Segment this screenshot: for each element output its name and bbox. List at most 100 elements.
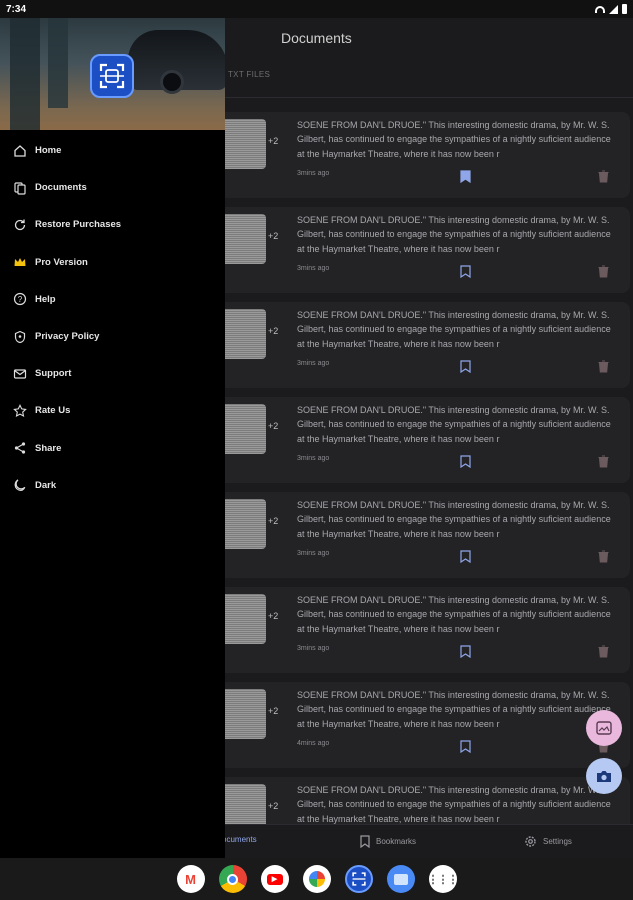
header-building (10, 18, 40, 130)
drawer-item-label: Privacy Policy (35, 331, 100, 343)
drawer-item-home[interactable]: Home (0, 132, 225, 169)
status-time: 7:34 (6, 3, 27, 15)
restore-icon (12, 217, 28, 233)
document-card[interactable]: +2 SOENE FROM DAN'L DRUOE." This interes… (200, 207, 630, 293)
bookmark-icon[interactable] (460, 265, 471, 278)
document-preview-text: SOENE FROM DAN'L DRUOE." This interestin… (297, 405, 611, 444)
document-thumbnail[interactable] (218, 404, 266, 454)
document-thumbnail[interactable] (218, 119, 266, 169)
trash-icon[interactable] (598, 170, 609, 183)
drawer-item-label: Home (35, 145, 62, 157)
gear-icon (525, 836, 536, 847)
nav-settings-label: Settings (543, 837, 572, 846)
youtube-app-icon[interactable]: ▶ (260, 865, 289, 893)
drawer-item-dark[interactable]: Dark (0, 467, 225, 504)
bookmark-icon[interactable] (460, 645, 471, 658)
scanner-logo-icon (99, 63, 125, 89)
header-wheel (160, 70, 184, 94)
drawer-item-support[interactable]: Support (0, 355, 225, 392)
drawer-item-pro-version[interactable]: Pro Version (0, 244, 225, 281)
document-thumbnail[interactable] (218, 214, 266, 264)
battery-icon (622, 4, 627, 14)
trash-icon[interactable] (598, 550, 609, 563)
files-app-icon[interactable] (386, 865, 415, 893)
import-gallery-button[interactable] (586, 710, 622, 746)
page-count-badge: +2 (268, 706, 279, 716)
all-apps-icon[interactable]: ⋮⋮⋮ (428, 865, 459, 893)
drawer-header-image (0, 18, 225, 130)
page-count-badge: +2 (268, 801, 279, 811)
page-count-badge: +2 (268, 421, 279, 431)
document-preview-text: SOENE FROM DAN'L DRUOE." This interestin… (297, 690, 611, 729)
help-icon: ? (12, 291, 28, 307)
document-preview-text: SOENE FROM DAN'L DRUOE." This interestin… (297, 310, 611, 349)
document-thumbnail[interactable] (218, 594, 266, 644)
document-card[interactable]: +2 SOENE FROM DAN'L DRUOE." This interes… (200, 112, 630, 198)
page-count-badge: +2 (268, 136, 279, 146)
document-time: 3mins ago (297, 360, 330, 367)
status-bar: 7:34 (0, 0, 633, 18)
drawer-item-help[interactable]: ? Help (0, 281, 225, 318)
nav-bookmarks[interactable]: Bookmarks (360, 835, 416, 848)
shield-icon (12, 329, 28, 345)
document-time: 4mins ago (297, 740, 330, 747)
document-card[interactable]: +2 SOENE FROM DAN'L DRUOE." This interes… (200, 587, 630, 673)
drawer-item-privacy-policy[interactable]: Privacy Policy (0, 318, 225, 355)
svg-text:?: ? (18, 295, 23, 304)
drawer-item-restore-purchases[interactable]: Restore Purchases (0, 206, 225, 243)
gmail-app-icon[interactable]: M (176, 865, 205, 893)
nav-documents[interactable]: ocuments (222, 835, 257, 844)
bookmark-icon (360, 835, 370, 848)
navigation-drawer: Home Documents Restore Purchases Pro Ver… (0, 18, 225, 858)
document-thumbnail[interactable] (218, 499, 266, 549)
drawer-item-label: Documents (35, 182, 87, 194)
trash-icon[interactable] (598, 265, 609, 278)
drawer-item-share[interactable]: Share (0, 430, 225, 467)
trash-icon[interactable] (598, 645, 609, 658)
drawer-item-label: Rate Us (35, 405, 71, 417)
moon-icon (12, 477, 28, 493)
scanner-app-icon[interactable] (344, 865, 373, 893)
drawer-menu: Home Documents Restore Purchases Pro Ver… (0, 132, 225, 504)
drawer-item-documents[interactable]: Documents (0, 169, 225, 206)
trash-icon[interactable] (598, 360, 609, 373)
bookmark-icon[interactable] (460, 455, 471, 468)
bookmark-icon[interactable] (460, 740, 471, 753)
document-thumbnail[interactable] (218, 689, 266, 739)
page-count-badge: +2 (268, 326, 279, 336)
tab-txt-files[interactable]: TXT FILES (228, 70, 270, 79)
document-card[interactable]: +2 SOENE FROM DAN'L DRUOE." This interes… (200, 302, 630, 388)
bookmark-icon[interactable] (460, 550, 471, 563)
document-preview-text: SOENE FROM DAN'L DRUOE." This interestin… (297, 120, 611, 159)
page-count-badge: +2 (268, 516, 279, 526)
document-thumbnail[interactable] (218, 309, 266, 359)
wifi-icon (595, 5, 605, 13)
document-card[interactable]: +2 SOENE FROM DAN'L DRUOE." This interes… (200, 682, 630, 768)
drawer-item-label: Share (35, 442, 62, 454)
document-preview-text: SOENE FROM DAN'L DRUOE." This interestin… (297, 500, 611, 539)
bookmark-icon[interactable] (460, 360, 471, 373)
status-icons (595, 4, 627, 14)
document-time: 3mins ago (297, 455, 330, 462)
document-card[interactable]: +2 SOENE FROM DAN'L DRUOE." This interes… (200, 397, 630, 483)
drawer-item-label: Dark (35, 479, 57, 491)
trash-icon[interactable] (598, 455, 609, 468)
document-preview-text: SOENE FROM DAN'L DRUOE." This interestin… (297, 595, 611, 634)
document-time: 3mins ago (297, 170, 330, 177)
page-count-badge: +2 (268, 611, 279, 621)
chrome-app-icon[interactable] (218, 865, 247, 893)
drawer-item-label: Pro Version (35, 256, 88, 268)
documents-icon (12, 180, 28, 196)
drawer-item-rate-us[interactable]: Rate Us (0, 392, 225, 429)
nav-documents-label: ocuments (222, 835, 257, 844)
star-icon (12, 403, 28, 419)
page-title: Documents (281, 30, 352, 46)
home-icon (12, 143, 28, 159)
camera-scan-button[interactable] (586, 758, 622, 794)
photos-app-icon[interactable] (302, 865, 331, 893)
nav-settings[interactable]: Settings (524, 835, 572, 848)
document-card[interactable]: +2 SOENE FROM DAN'L DRUOE." This interes… (200, 492, 630, 578)
crown-icon (12, 254, 28, 270)
bookmark-filled-icon[interactable] (460, 170, 471, 183)
app-dock: M ▶ ⋮⋮⋮ (0, 858, 633, 900)
